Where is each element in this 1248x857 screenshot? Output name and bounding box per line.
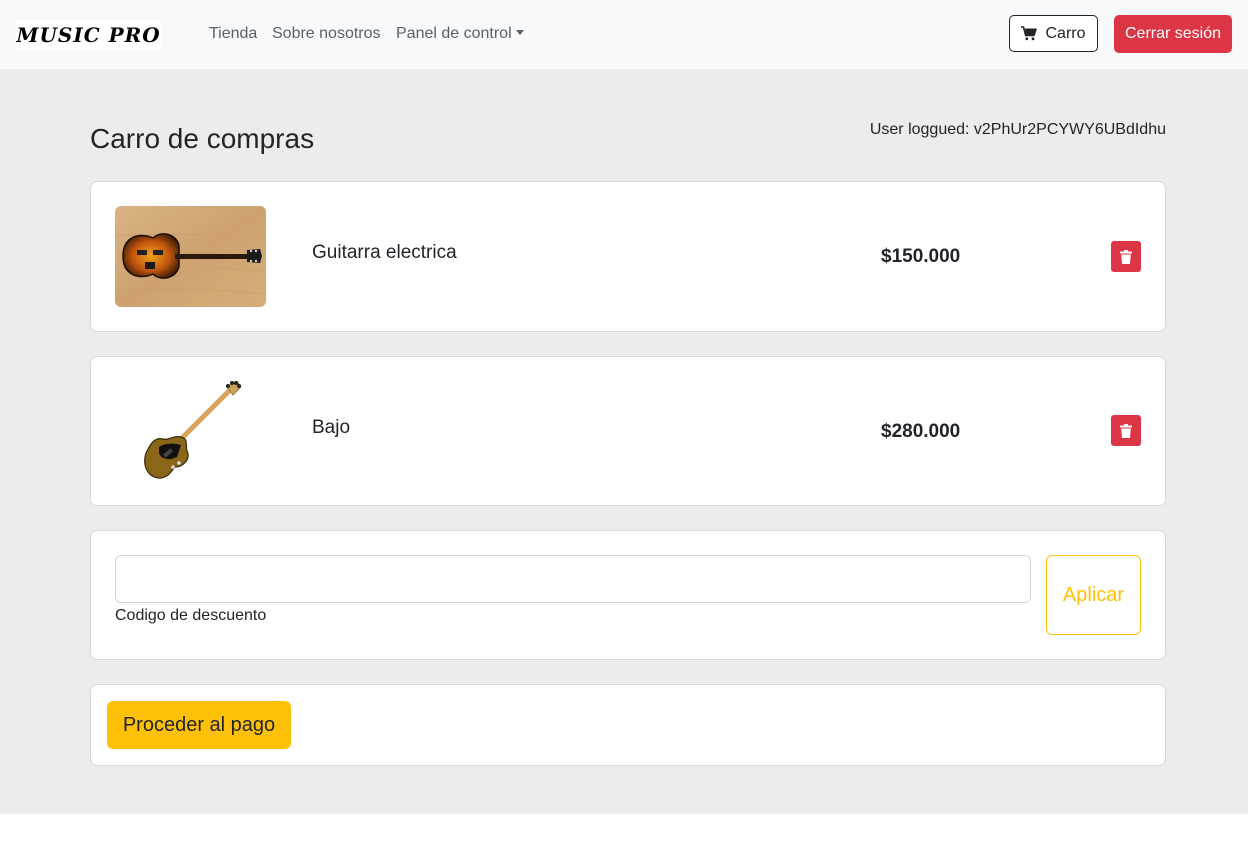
- remove-item-button[interactable]: [1111, 415, 1141, 446]
- cart-button[interactable]: Carro: [1009, 15, 1098, 52]
- item-name: Bajo: [312, 417, 351, 438]
- discount-code-input[interactable]: [115, 555, 1031, 603]
- discount-code-label: Codigo de descuento: [115, 607, 267, 624]
- bass-guitar-image: [115, 381, 266, 482]
- remove-item-button[interactable]: [1111, 241, 1141, 272]
- nav-link-tienda[interactable]: Tienda: [209, 24, 257, 44]
- cart-button-label: Carro: [1045, 24, 1086, 42]
- checkout-card: Proceder al pago: [90, 684, 1166, 766]
- logged-user-info: User loggued: v2PhUr2PCYWY6UBdIdhu: [869, 121, 1166, 138]
- apply-discount-button[interactable]: Aplicar: [1046, 555, 1141, 635]
- logout-button[interactable]: Cerrar sesión: [1114, 15, 1232, 53]
- trash-icon: [1120, 423, 1132, 438]
- shopping-cart-icon: [1021, 26, 1038, 41]
- nav-dropdown-panel-de-control[interactable]: Panel de control: [396, 24, 524, 44]
- item-price: $150.000: [881, 246, 961, 267]
- top-navbar: MUSIC PRO Tienda Sobre nosotros Panel de…: [0, 0, 1248, 69]
- logo-text: MUSIC PRO: [16, 23, 161, 47]
- cart-item: Bajo $280.000: [90, 356, 1166, 506]
- electric-guitar-image: [115, 206, 266, 307]
- cart-item: Guitarra electrica $150.000: [90, 181, 1166, 332]
- discount-card: Codigo de descuento Aplicar: [90, 530, 1166, 660]
- caret-down-icon: [515, 30, 524, 35]
- main-content: Carro de compras User loggued: v2PhUr2PC…: [0, 69, 1248, 814]
- music-pro-logo[interactable]: MUSIC PRO: [16, 20, 161, 50]
- item-name: Guitarra electrica: [312, 242, 457, 263]
- page-title: Carro de compras: [90, 123, 315, 154]
- proceed-to-payment-button[interactable]: Proceder al pago: [107, 701, 291, 749]
- item-price: $280.000: [881, 421, 961, 442]
- nav-link-sobre-nosotros[interactable]: Sobre nosotros: [272, 24, 381, 44]
- trash-icon: [1120, 249, 1132, 264]
- nav-dropdown-label: Panel de control: [396, 25, 512, 42]
